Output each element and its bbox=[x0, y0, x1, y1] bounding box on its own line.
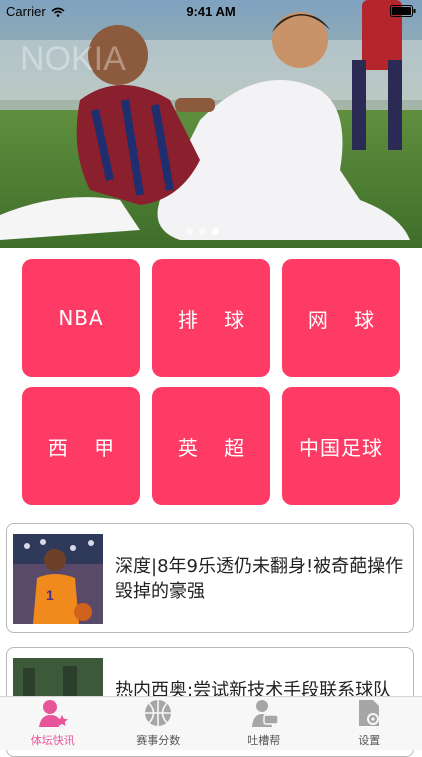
category-volleyball-button[interactable]: 排 球 bbox=[152, 259, 270, 377]
tab-label: 体坛快讯 bbox=[31, 732, 75, 748]
tab-label: 吐槽帮 bbox=[247, 732, 280, 748]
tab-bar: 体坛快讯 赛事分数 吐槽帮 设置 bbox=[0, 696, 422, 750]
tab-sports-news[interactable]: 体坛快讯 bbox=[0, 697, 106, 750]
tab-settings[interactable]: 设置 bbox=[317, 697, 422, 750]
carousel-dot-active[interactable] bbox=[212, 228, 219, 235]
user-star-icon bbox=[37, 697, 69, 729]
clock: 9:41 AM bbox=[0, 4, 422, 19]
tab-comments[interactable]: 吐槽帮 bbox=[211, 697, 317, 750]
category-nba-button[interactable]: NBA bbox=[22, 259, 140, 377]
carousel-dots[interactable] bbox=[186, 228, 219, 235]
news-item[interactable]: 1 深度|8年9乐透仍未翻身!被奇葩操作毁掉的豪强 bbox=[6, 523, 414, 633]
settings-doc-icon bbox=[353, 697, 385, 729]
news-title: 深度|8年9乐透仍未翻身!被奇葩操作毁掉的豪强 bbox=[115, 554, 407, 604]
battery-icon bbox=[390, 5, 416, 17]
svg-text:1: 1 bbox=[46, 587, 54, 603]
category-chinese-football-button[interactable]: 中国足球 bbox=[282, 387, 400, 505]
banner-image: NOKIA bbox=[0, 0, 422, 248]
carousel-dot[interactable] bbox=[199, 228, 206, 235]
banner-carousel[interactable]: NOKIA bbox=[0, 0, 422, 248]
category-laliga-button[interactable]: 西 甲 bbox=[22, 387, 140, 505]
status-bar: Carrier 9:41 AM bbox=[0, 0, 422, 22]
tab-label: 赛事分数 bbox=[136, 732, 180, 748]
tab-label: 设置 bbox=[358, 732, 380, 748]
chat-person-icon bbox=[248, 697, 280, 729]
ball-icon bbox=[142, 697, 174, 729]
tab-scores[interactable]: 赛事分数 bbox=[106, 697, 212, 750]
category-premier-league-button[interactable]: 英 超 bbox=[152, 387, 270, 505]
carousel-dot[interactable] bbox=[186, 228, 193, 235]
svg-text:NOKIA: NOKIA bbox=[20, 40, 126, 78]
news-thumbnail: 1 bbox=[13, 534, 103, 624]
category-grid: NBA 排 球 网 球 西 甲 英 超 中国足球 bbox=[22, 259, 400, 505]
category-tennis-button[interactable]: 网 球 bbox=[282, 259, 400, 377]
